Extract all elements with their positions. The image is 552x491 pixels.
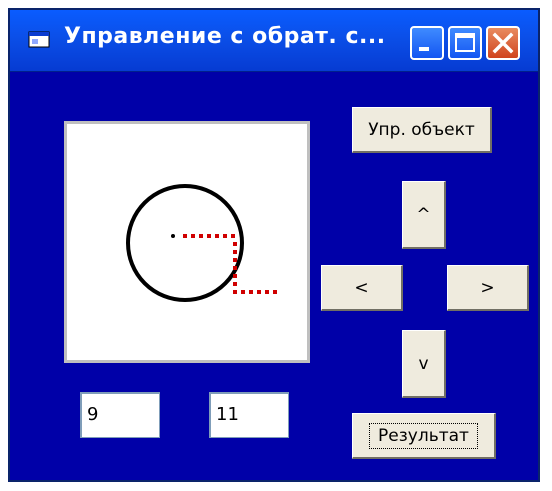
result-button-label: Результат — [369, 422, 478, 449]
minimize-button[interactable] — [410, 26, 444, 60]
trail-dot — [233, 250, 237, 254]
result-button[interactable]: Результат — [352, 413, 496, 459]
trail-dot — [231, 234, 235, 238]
trail-dot — [241, 290, 245, 294]
x-value-field[interactable]: 9 — [80, 392, 160, 438]
maximize-button[interactable] — [448, 26, 482, 60]
move-up-button[interactable]: ^ — [402, 181, 446, 249]
title-bar[interactable]: Управление с обрат. с... — [10, 10, 538, 72]
control-object-button[interactable]: Упр. объект — [352, 107, 492, 153]
window-icon[interactable] — [28, 30, 52, 50]
trail-dot — [207, 234, 211, 238]
window-title: Управление с обрат. с... — [64, 24, 386, 49]
trail-dot — [273, 290, 277, 294]
app-window: Управление с обрат. с... Упр. объект ^ < — [8, 8, 540, 482]
trail-dot — [249, 290, 253, 294]
maximize-icon — [455, 33, 475, 52]
trail-dot — [257, 290, 261, 294]
center-point — [171, 234, 175, 238]
trail-dot — [223, 234, 227, 238]
move-right-button[interactable]: > — [447, 265, 529, 311]
trail-dot — [265, 290, 269, 294]
minimize-icon — [419, 47, 429, 51]
close-icon — [492, 32, 514, 54]
y-value-field[interactable]: 11 — [209, 392, 289, 438]
trail-dot — [215, 234, 219, 238]
trail-dot — [199, 234, 203, 238]
trail-dot — [233, 266, 237, 270]
drawing-canvas — [64, 121, 310, 363]
trail-dot — [233, 258, 237, 262]
trail-dot — [233, 274, 237, 278]
trail-dot — [233, 242, 237, 246]
trail-dot — [233, 282, 237, 286]
move-down-button[interactable]: v — [402, 330, 446, 398]
target-circle — [126, 184, 244, 302]
trail-dot — [233, 290, 237, 294]
path-trail — [183, 234, 277, 294]
close-button[interactable] — [486, 26, 520, 60]
move-left-button[interactable]: < — [321, 265, 403, 311]
trail-dot — [191, 234, 195, 238]
trail-dot — [183, 234, 187, 238]
plot-svg — [126, 184, 277, 302]
